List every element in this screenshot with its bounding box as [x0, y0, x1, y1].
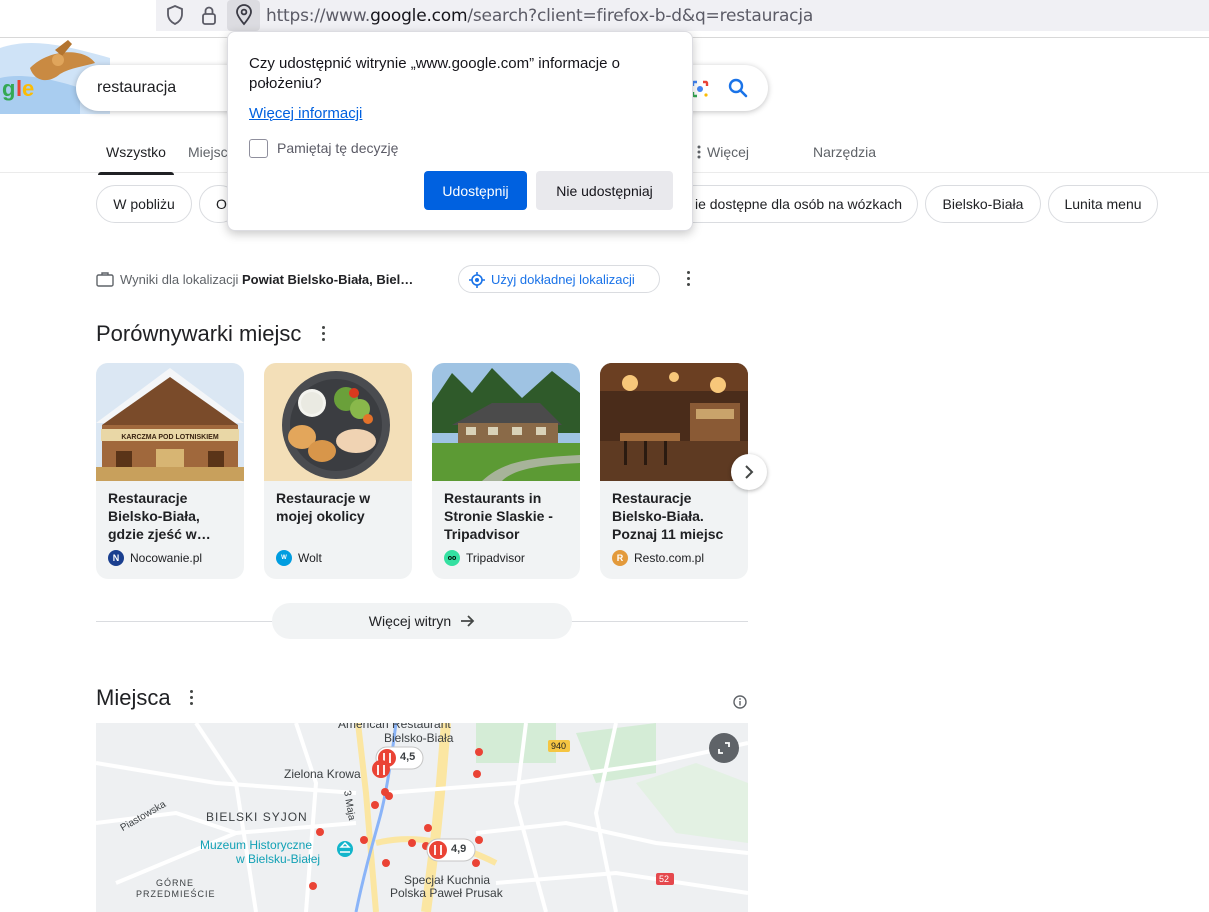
svg-text:g: g: [2, 76, 15, 101]
comparison-card-tripadvisor[interactable]: Restaurants in Stronie Slaskie - Tripadv…: [432, 363, 580, 579]
map-label-muzeum-2: w Bielsku-Białej: [236, 852, 321, 866]
comparisons-more-icon[interactable]: [322, 326, 326, 342]
svg-text:e: e: [22, 76, 34, 101]
map-label-gorne-2: PRZEDMIEŚCIE: [136, 889, 216, 899]
search-input[interactable]: restauracja: [97, 79, 176, 97]
resto-favicon: R: [612, 550, 628, 566]
nocowanie-favicon: N: [108, 550, 124, 566]
chip-lunita-menu[interactable]: Lunita menu: [1048, 185, 1158, 223]
comparison-card-wolt[interactable]: Restauracje w mojej okolicy W Wolt: [264, 363, 412, 579]
comparisons-heading: Porównywarki miejsc: [96, 321, 302, 346]
map-label-specjal-1: Specjał Kuchnia: [404, 873, 491, 887]
location-place: Powiat Bielsko-Biała, Biel…: [242, 271, 414, 287]
search-icon[interactable]: [726, 76, 750, 100]
expand-icon: [717, 741, 731, 755]
carousel-next-button[interactable]: [731, 454, 767, 490]
tab-wszystko[interactable]: Wszystko: [98, 144, 174, 175]
remember-decision-checkbox[interactable]: [249, 139, 268, 158]
more-vert-icon: [697, 145, 701, 162]
map-label-zielona-krowa: Zielona Krowa: [284, 767, 361, 781]
map-label-specjal-2: Polska Paweł Prusak: [390, 886, 503, 900]
deny-button[interactable]: Nie udostępniaj: [536, 171, 673, 210]
places-map[interactable]: American Restaurant Bielsko-Biała 4,5 Zi…: [96, 723, 748, 912]
chip-bielsko-biala[interactable]: Bielsko-Biała: [925, 185, 1041, 223]
map-rating-2: 4,9: [451, 843, 467, 855]
gps-target-icon: [469, 272, 485, 291]
map-label-bielski-syjon: BIELSKI SYJON: [206, 810, 308, 824]
places-heading: Miejsca: [96, 685, 171, 710]
info-icon[interactable]: [733, 695, 747, 709]
card-source: R Resto.com.pl: [612, 550, 704, 566]
more-info-link[interactable]: Więcej informacji: [249, 105, 362, 122]
card-image-chalet: KARCZMA POD LOTNISKIEM: [96, 363, 244, 481]
permission-message: Czy udostępnić witrynie „www.google.com”…: [249, 55, 620, 92]
card-title: Restauracje Bielsko-Biała, gdzie zjeść w…: [108, 490, 211, 542]
map-road-940: 940: [551, 741, 567, 751]
card-image-food-plate: [264, 363, 412, 481]
arrow-right-icon: [461, 615, 475, 627]
remember-decision-label[interactable]: Pamiętaj tę decyzję: [277, 140, 398, 156]
tab-miejsca[interactable]: Miejsc: [188, 144, 228, 160]
shield-icon[interactable]: [163, 4, 187, 26]
use-precise-location-button[interactable]: Użyj dokładnej lokalizacji: [458, 265, 660, 293]
card-image-restaurant-interior: [600, 363, 748, 481]
map-rating-1: 4,5: [400, 751, 416, 763]
tripadvisor-favicon: oo: [444, 550, 460, 566]
chip-wheelchair[interactable]: ie dostępne dla osób na wózkach: [660, 185, 918, 223]
card-image-mountain-lodge: [432, 363, 580, 481]
location-more-icon[interactable]: [687, 271, 691, 287]
location-pin-icon: [232, 4, 256, 26]
chip-w-poblizu[interactable]: W pobliżu: [96, 185, 192, 223]
svg-text:KARCZMA POD LOTNISKIEM: KARCZMA POD LOTNISKIEM: [121, 434, 219, 441]
card-source: N Nocowanie.pl: [108, 550, 202, 566]
card-source: W Wolt: [276, 550, 322, 566]
comparison-card-nocowanie[interactable]: KARCZMA POD LOTNISKIEM Restauracje Biels…: [96, 363, 244, 579]
allow-button[interactable]: Udostępnij: [424, 171, 527, 210]
places-more-icon[interactable]: [190, 690, 194, 706]
comparison-card-resto[interactable]: Restauracje Bielsko-Biała. Poznaj 11 mie…: [600, 363, 748, 579]
briefcase-icon: [96, 271, 114, 287]
card-title: Restauracje w mojej okolicy: [276, 490, 371, 524]
tab-narzedzia[interactable]: Narzędzia: [813, 144, 876, 160]
chevron-right-icon: [743, 465, 755, 479]
map-label-gorne-1: GÓRNE: [156, 878, 195, 888]
card-title: Restauracje Bielsko-Biała. Poznaj 11 mie…: [612, 490, 724, 542]
location-row: Wyniki dla lokalizacji Powiat Bielsko-Bi…: [96, 266, 413, 292]
lock-icon[interactable]: [197, 4, 221, 26]
map-label-bielsko-biala: Bielsko-Biała: [384, 731, 454, 745]
map-road-52: 52: [659, 874, 670, 884]
card-title: Restaurants in Stronie Slaskie - Tripadv…: [444, 490, 553, 542]
map-expand-button[interactable]: [709, 733, 739, 763]
geolocation-permission-dialog: Czy udostępnić witrynie „www.google.com”…: [227, 31, 693, 231]
url-text[interactable]: https://www.google.com/search?client=fir…: [266, 6, 813, 26]
tab-wiecej[interactable]: Więcej: [697, 144, 749, 162]
wolt-favicon: W: [276, 550, 292, 566]
map-label-american: American Restaurant: [338, 723, 451, 731]
map-label-muzeum-1: Muzeum Historyczne: [200, 838, 313, 852]
more-sites-button[interactable]: Więcej witryn: [272, 603, 572, 639]
card-source: oo Tripadvisor: [444, 550, 525, 566]
location-prefix: Wyniki dla lokalizacji: [120, 271, 239, 287]
